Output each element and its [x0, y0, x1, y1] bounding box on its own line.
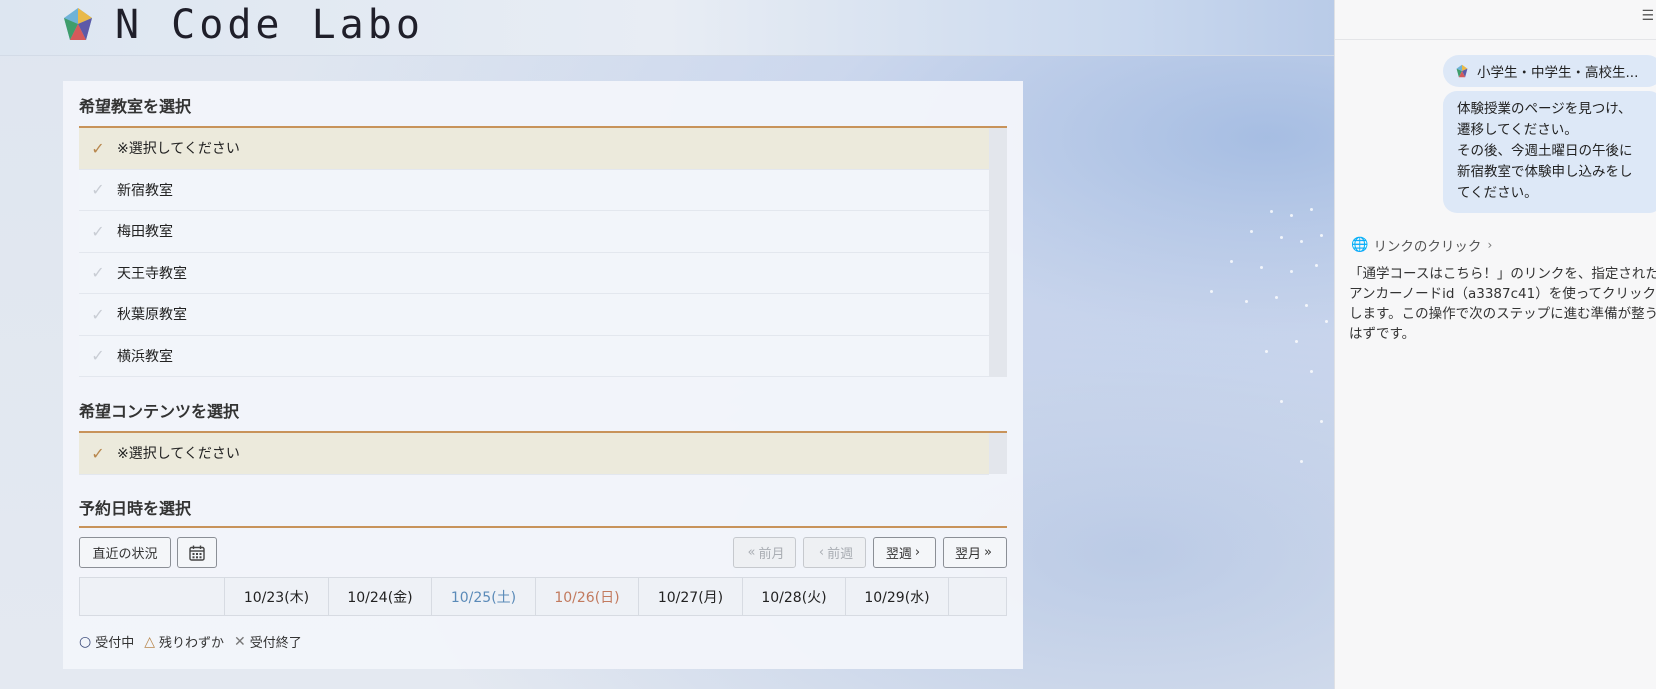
chevron-left-icon: ‹ — [818, 545, 825, 560]
calendar-button[interactable] — [177, 537, 217, 568]
list-item[interactable]: ✓ 新宿教室 — [79, 169, 989, 211]
site-header: N Code Labo — [0, 0, 1334, 56]
date-header-cell: 10/28(火) — [743, 578, 846, 615]
schedule-divider — [79, 526, 1007, 528]
content-list: ✓ ※選択してください — [79, 433, 1007, 475]
check-icon: ✓ — [91, 221, 105, 241]
availability-legend: ○ 受付中 △ 残りわずか ✕ 受付終了 — [79, 633, 302, 652]
date-header-cell: 10/23(木) — [225, 578, 329, 615]
list-item-label: 新宿教室 — [117, 182, 173, 199]
list-item[interactable]: ✓ 天王寺教室 — [79, 252, 989, 294]
page-area: N Code Labo 希望教室を選択 ✓ ※選択してください ✓ 新宿教室 ✓ 梅田教室… — [0, 0, 1334, 689]
prev-week-button[interactable]: ‹ 前週 — [803, 537, 866, 568]
check-icon: ✓ — [91, 263, 105, 283]
list-item[interactable]: ✓ 横浜教室 — [79, 335, 989, 377]
chip-text: 小学生・中学生・高校生... — [1477, 65, 1639, 81]
list-item[interactable]: ✓ 秋葉原教室 — [79, 294, 989, 336]
circle-icon: ○ — [79, 633, 92, 650]
date-header-cell: 10/26(日) — [536, 578, 639, 615]
sidebar-toolbar: ☰ — [1335, 0, 1656, 40]
calendar-icon — [189, 545, 205, 561]
list-item-label: 横浜教室 — [117, 348, 173, 365]
chevron-right-icon: › — [914, 545, 921, 560]
list-item[interactable]: ✓ ※選択してください — [79, 433, 989, 475]
check-icon: ✓ — [91, 138, 105, 158]
menu-icon[interactable]: ☰ — [1641, 8, 1654, 24]
date-header-row: 10/23(木) 10/24(金) 10/25(土) 10/26(日) 10/27(月)… — [79, 577, 1007, 616]
logo-text[interactable]: N Code Labo — [115, 2, 424, 48]
site-favicon-icon — [1456, 64, 1468, 78]
double-chevron-right-icon: » — [984, 545, 992, 560]
assistant-sidebar: ☰ 小学生・中学生・高校生... 体験授業のページを見つけ、 遷移してください。… — [1334, 0, 1656, 689]
logo-icon — [64, 8, 92, 40]
date-header-cell: 10/29(水) — [846, 578, 949, 615]
date-header-cell: 10/24(金) — [329, 578, 432, 615]
chevron-right-icon: › — [1487, 238, 1493, 252]
recent-status-button[interactable]: 直近の状況 — [79, 537, 171, 568]
list-item-label: ※選択してください — [117, 141, 240, 158]
content-section-title: 希望コンテンツを選択 — [79, 402, 240, 421]
list-item[interactable]: ✓ ※選択してください — [79, 128, 989, 170]
prev-month-button[interactable]: «前月 — [733, 537, 796, 568]
content-scrollbar[interactable] — [989, 433, 1007, 474]
list-item-label: 秋葉原教室 — [117, 307, 187, 324]
classroom-scrollbar[interactable] — [989, 128, 1007, 377]
date-header-blank — [80, 578, 225, 615]
date-header-cell: 10/27(月) — [639, 578, 743, 615]
action-step-link-click[interactable]: 🌐 リンクのクリック › — [1351, 235, 1492, 255]
check-icon: ✓ — [91, 180, 105, 200]
next-month-button[interactable]: 翌月» — [943, 537, 1007, 568]
check-icon: ✓ — [91, 443, 105, 463]
check-icon: ✓ — [91, 304, 105, 324]
schedule-section-title: 予約日時を選択 — [79, 499, 192, 518]
check-icon: ✓ — [91, 346, 105, 366]
classroom-section-title: 希望教室を選択 — [79, 97, 192, 116]
tab-context-chip[interactable]: 小学生・中学生・高校生... — [1443, 55, 1656, 87]
reservation-panel: 希望教室を選択 ✓ ※選択してください ✓ 新宿教室 ✓ 梅田教室 ✓ 天王寺教室 ✓ 秋葉原教室… — [63, 81, 1023, 669]
triangle-icon: △ — [144, 633, 156, 650]
double-chevron-left-icon: « — [747, 545, 756, 560]
classroom-list: ✓ ※選択してください ✓ 新宿教室 ✓ 梅田教室 ✓ 天王寺教室 ✓ 秋葉原教室 ✓ 横浜教室 — [79, 128, 1007, 377]
list-item-label: ※選択してください — [117, 446, 240, 463]
user-message-bubble: 体験授業のページを見つけ、 遷移してください。 その後、今週土曜日の午後に 新宿… — [1443, 91, 1656, 213]
date-header-cell: 10/25(土) — [432, 578, 536, 615]
decorative-dots — [1150, 200, 1330, 500]
assistant-note: 「通学コースはこちら！」のリンクを、指定されたアンカーノードid（a3387c4… — [1349, 266, 1656, 342]
cross-icon: ✕ — [234, 633, 246, 650]
next-week-button[interactable]: 翌週 › — [873, 537, 936, 568]
list-item[interactable]: ✓ 梅田教室 — [79, 211, 989, 253]
globe-icon: 🌐 — [1351, 237, 1369, 253]
list-item-label: 天王寺教室 — [117, 265, 187, 282]
list-item-label: 梅田教室 — [117, 224, 173, 241]
